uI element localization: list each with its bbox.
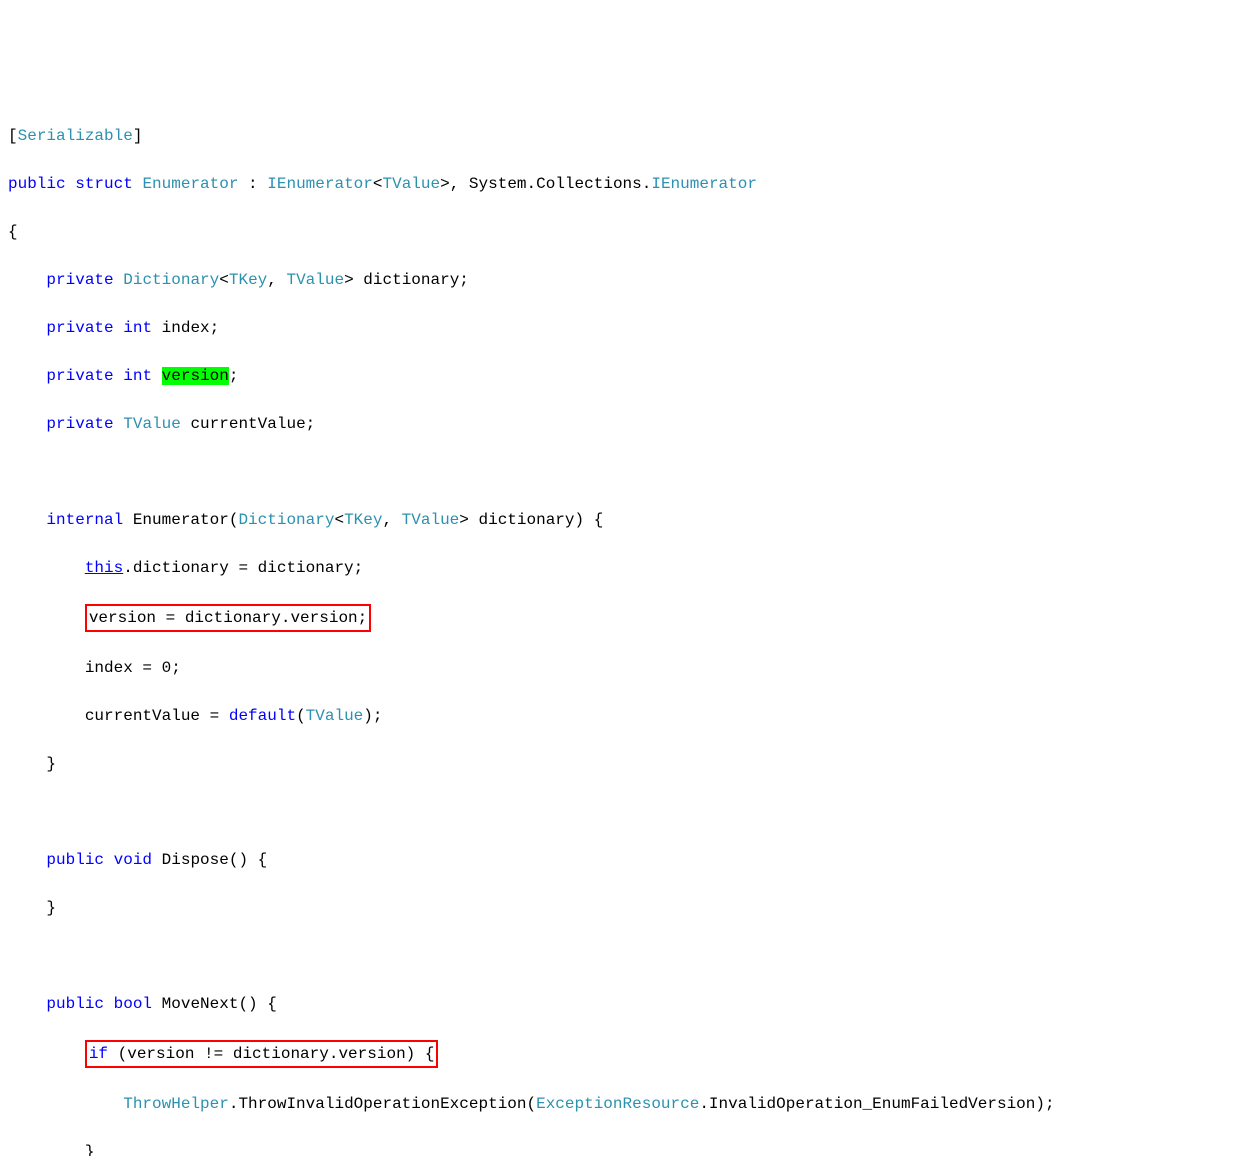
type-tkey-2: TKey xyxy=(344,511,382,529)
highlighted-version: version xyxy=(162,367,229,385)
type-enumerator: Enumerator xyxy=(142,175,238,193)
keyword-private-4: private xyxy=(46,415,113,433)
code-line-6: private int version; xyxy=(8,364,1241,388)
type-tvalue-3: TValue xyxy=(123,415,181,433)
keyword-default: default xyxy=(229,707,296,725)
keyword-private: private xyxy=(46,271,113,289)
code-line-22: } xyxy=(8,1140,1241,1156)
keyword-public-2: public xyxy=(46,851,104,869)
red-box-version-assign: version = dictionary.version; xyxy=(85,604,371,632)
keyword-internal: internal xyxy=(46,511,123,529)
code-line-14: } xyxy=(8,752,1241,776)
keyword-private-3: private xyxy=(46,367,113,385)
code-line-10: this.dictionary = dictionary; xyxy=(8,556,1241,580)
code-block: [Serializable] public struct Enumerator … xyxy=(8,100,1241,1156)
keyword-int: int xyxy=(123,319,152,337)
type-dictionary-2: Dictionary xyxy=(238,511,334,529)
type-tvalue-2: TValue xyxy=(286,271,344,289)
code-line-12: index = 0; xyxy=(8,656,1241,680)
code-line-blank-3 xyxy=(8,944,1241,968)
code-line-blank-1 xyxy=(8,460,1241,484)
type-tvalue-4: TValue xyxy=(402,511,460,529)
code-line-11: version = dictionary.version; xyxy=(8,604,1241,632)
type-exceptionresource: ExceptionResource xyxy=(536,1095,699,1113)
code-line-1: [Serializable] xyxy=(8,124,1241,148)
keyword-if: if xyxy=(89,1045,108,1063)
attribute-serializable: Serializable xyxy=(18,127,133,145)
code-line-blank-2 xyxy=(8,800,1241,824)
code-line-7: private TValue currentValue; xyxy=(8,412,1241,436)
keyword-struct: struct xyxy=(75,175,133,193)
code-line-2: public struct Enumerator : IEnumerator<T… xyxy=(8,172,1241,196)
type-tvalue: TValue xyxy=(383,175,441,193)
code-line-19: public bool MoveNext() { xyxy=(8,992,1241,1016)
code-line-20: if (version != dictionary.version) { xyxy=(8,1040,1241,1068)
keyword-this: this xyxy=(85,559,123,577)
type-throwhelper: ThrowHelper xyxy=(123,1095,229,1113)
code-line-3: { xyxy=(8,220,1241,244)
type-tkey: TKey xyxy=(229,271,267,289)
code-line-21: ThrowHelper.ThrowInvalidOperationExcepti… xyxy=(8,1092,1241,1116)
code-line-17: } xyxy=(8,896,1241,920)
code-line-16: public void Dispose() { xyxy=(8,848,1241,872)
type-tvalue-5: TValue xyxy=(306,707,364,725)
keyword-private-2: private xyxy=(46,319,113,337)
keyword-void: void xyxy=(114,851,152,869)
keyword-public-3: public xyxy=(46,995,104,1013)
red-box-version-check: if (version != dictionary.version) { xyxy=(85,1040,439,1068)
code-line-4: private Dictionary<TKey, TValue> diction… xyxy=(8,268,1241,292)
type-ienumerator: IEnumerator xyxy=(267,175,373,193)
keyword-int-2: int xyxy=(123,367,152,385)
code-line-5: private int index; xyxy=(8,316,1241,340)
keyword-public: public xyxy=(8,175,66,193)
type-ienumerator-2: IEnumerator xyxy=(651,175,757,193)
keyword-bool: bool xyxy=(114,995,152,1013)
code-line-9: internal Enumerator(Dictionary<TKey, TVa… xyxy=(8,508,1241,532)
type-dictionary: Dictionary xyxy=(123,271,219,289)
code-line-13: currentValue = default(TValue); xyxy=(8,704,1241,728)
